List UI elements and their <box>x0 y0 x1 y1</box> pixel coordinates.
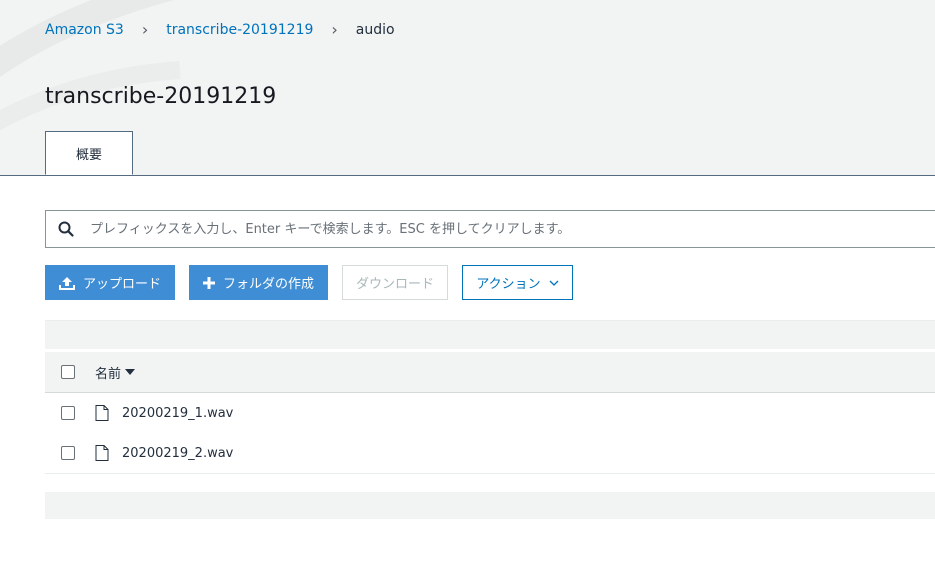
download-button[interactable]: ダウンロード <box>342 265 448 300</box>
table-bottom-band <box>45 492 935 519</box>
breadcrumb-current-folder: audio <box>355 22 395 38</box>
search-bar <box>45 210 935 248</box>
search-icon <box>58 221 74 237</box>
breadcrumb-separator-icon: › <box>331 20 338 39</box>
download-button-label: ダウンロード <box>355 277 434 292</box>
breadcrumb-separator-icon: › <box>141 20 149 39</box>
row-checkbox[interactable] <box>61 446 75 460</box>
sort-descending-icon <box>125 369 136 375</box>
page-title: transcribe-20191219 <box>45 84 277 109</box>
table-row[interactable]: 20200219_1.wav <box>45 393 935 434</box>
breadcrumb-amazon-s3[interactable]: Amazon S3 <box>45 22 124 38</box>
plus-icon <box>202 276 215 289</box>
table-header: 名前 <box>45 352 935 393</box>
file-icon <box>95 405 109 421</box>
table-row[interactable]: 20200219_2.wav <box>45 433 935 474</box>
row-checkbox[interactable] <box>61 406 75 420</box>
actions-dropdown-button[interactable]: アクション <box>462 265 573 300</box>
file-icon <box>95 445 109 461</box>
search-input[interactable] <box>88 220 935 238</box>
column-header-name-label: 名前 <box>95 366 122 382</box>
tab-overview[interactable]: 概要 <box>45 131 133 175</box>
breadcrumb-bucket[interactable]: transcribe-20191219 <box>166 22 313 38</box>
upload-button[interactable]: アップロード <box>45 265 175 300</box>
chevron-down-icon <box>549 280 559 286</box>
actions-button-label: アクション <box>476 277 541 292</box>
page-header: Amazon S3 › transcribe-20191219 › audio … <box>0 0 935 176</box>
upload-icon <box>58 276 75 290</box>
column-header-name[interactable]: 名前 <box>95 363 136 382</box>
create-folder-button[interactable]: フォルダの作成 <box>189 265 328 300</box>
create-folder-button-label: フォルダの作成 <box>222 277 314 292</box>
breadcrumb: Amazon S3 › transcribe-20191219 › audio <box>45 20 395 40</box>
select-all-checkbox[interactable] <box>61 365 75 379</box>
table-top-band <box>45 320 935 349</box>
file-name[interactable]: 20200219_1.wav <box>122 406 233 421</box>
upload-button-label: アップロード <box>82 277 161 292</box>
file-name[interactable]: 20200219_2.wav <box>122 446 233 461</box>
